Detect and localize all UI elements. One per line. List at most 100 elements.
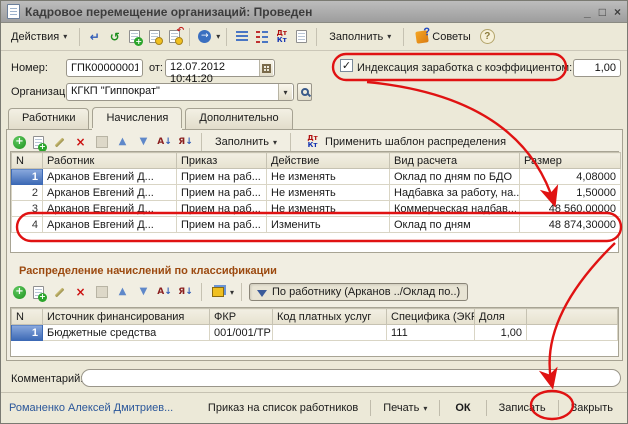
separator [226,28,227,46]
responsible-link[interactable]: Романенко Алексей Дмитриев... [9,402,173,414]
document-icon [7,4,20,19]
sort-asc-icon[interactable]: А↓ [156,284,173,301]
chevron-down-icon: ▾ [423,404,427,413]
main-toolbar: Действия ▾ ↵ ↺ + ↶ → ▾ Дт Кт Заполнить ▾… [1,23,627,51]
distribution-section-title: Распределение начислений по классификаци… [19,265,277,277]
organization-dropdown-button[interactable]: ▾ [278,84,292,100]
reread-icon[interactable]: ↵ [86,28,103,45]
tips-book-icon [415,30,429,44]
unpost-document-icon[interactable]: ↶ [166,28,183,45]
organization-lookup-button[interactable] [297,83,312,101]
filter-by-worker-button[interactable]: По работнику (Арканов ../Оклад по..) [249,283,468,301]
table-row[interactable]: 3 Арканов Евгений Д... Прием на раб... Н… [12,201,621,217]
move-up-icon[interactable]: ▲ [114,134,131,151]
sort-asc-icon[interactable]: А↓ [156,134,173,151]
chevron-down-icon: ▾ [387,32,391,41]
table-header-row: N Источник финансирования ФКР Код платны… [12,309,618,325]
table-row-highlighted[interactable]: 4 Арканов Евгений Д... Прием на раб... И… [12,217,621,233]
maximize-button[interactable]: □ [599,5,606,19]
goto-icon[interactable]: → [196,28,213,45]
separator [316,28,317,46]
ok-button[interactable]: ОК [446,399,479,417]
actions-menu-button[interactable]: Действия ▾ [5,28,73,46]
edit-row-icon[interactable] [51,134,68,151]
posting-report-icon[interactable] [293,28,310,45]
minimize-button[interactable]: _ [584,5,591,19]
chevron-down-icon: ▾ [283,88,287,97]
delete-row-icon[interactable]: × [72,284,89,301]
chevron-down-icon[interactable]: ▾ [230,288,234,297]
dt-kt-icon[interactable]: Дт Кт [273,28,290,45]
sort-desc-icon[interactable]: Я↓ [177,284,194,301]
tab-bar: Работники Начисления Дополнительно [8,108,293,129]
distribution-toolbar: + + × ▲ ▼ А↓ Я↓ ▾ По работнику (Арканов … [10,281,619,303]
table-row[interactable]: 2 Арканов Евгений Д... Прием на раб... Н… [12,185,621,201]
table-row[interactable]: 1 Бюджетные средства 001/001/ТР 111 1,00 [12,325,618,341]
fill-menu-button[interactable]: Заполнить ▾ [323,28,397,46]
accruals-table: N Работник Приказ Действие Вид расчета Р… [10,151,619,253]
separator [558,400,559,416]
list-settings-icon[interactable] [209,284,226,301]
calendar-icon [262,64,271,73]
organization-input[interactable]: КГКП "Гиппократ" ▾ [66,83,294,101]
checklist-icon[interactable] [253,28,270,45]
refresh-icon[interactable]: ↺ [106,28,123,45]
chevron-down-icon: ▾ [273,138,277,147]
post-document-icon[interactable] [146,28,163,45]
separator [79,28,80,46]
funnel-icon [257,290,267,297]
edit-row-icon[interactable] [51,284,68,301]
chevron-down-icon[interactable]: ▾ [216,32,220,41]
chevron-down-icon: ▾ [63,32,67,41]
delete-row-icon[interactable]: × [72,134,89,151]
tab-accruals[interactable]: Начисления [92,107,182,128]
separator [403,28,404,46]
tab-workers[interactable]: Работники [8,108,89,129]
add-row-icon[interactable]: + [13,286,26,299]
footer-bar: Романенко Алексей Дмитриев... Приказ на … [1,392,627,423]
close-button[interactable]: × [614,5,621,19]
date-label: от: [149,62,163,74]
indexation-label: Индексация заработка с коэффициентом: [357,62,572,74]
number-label: Номер: [11,62,48,74]
accruals-panel: + + × ▲ ▼ А↓ Я↓ Заполнить ▾ ДтКт Примени… [6,129,623,361]
list-icon[interactable] [233,28,250,45]
order-list-button[interactable]: Приказ на список работников [202,399,364,417]
move-down-icon[interactable]: ▼ [135,284,152,301]
date-input[interactable]: 12.07.2012 10:41:20 [165,59,275,77]
help-icon[interactable]: ? [480,29,495,44]
end-edit-icon-disabled [93,134,110,151]
number-input[interactable] [66,59,143,77]
separator [201,283,202,301]
tips-button[interactable]: Советы [410,28,476,46]
end-edit-icon-disabled [93,284,110,301]
coefficient-input[interactable] [573,59,621,77]
copy-row-icon[interactable]: + [30,134,47,151]
add-row-icon[interactable]: + [13,136,26,149]
fill-table-button[interactable]: Заполнить ▾ [209,133,283,151]
separator [370,400,371,416]
tab-additional[interactable]: Дополнительно [185,108,292,129]
print-button[interactable]: Печать ▾ [377,399,433,417]
magnifier-icon [301,88,309,96]
separator [486,400,487,416]
separator [290,133,291,151]
window-title: Кадровое перемещение организаций: Провед… [25,5,579,19]
document-window: Кадровое перемещение организаций: Провед… [0,0,628,424]
close-form-button[interactable]: Закрыть [565,399,619,417]
separator [201,133,202,151]
dt-kt-icon: ДтКт [304,134,321,151]
separator [241,283,242,301]
save-button[interactable]: Записать [493,399,552,417]
indexation-checkbox[interactable]: ✓ [340,59,353,72]
sort-desc-icon[interactable]: Я↓ [177,134,194,151]
copy-row-icon[interactable]: + [30,284,47,301]
move-down-icon[interactable]: ▼ [135,134,152,151]
table-row[interactable]: 1 Арканов Евгений Д... Прием на раб... Н… [12,169,621,185]
move-up-icon[interactable]: ▲ [114,284,131,301]
comment-input[interactable] [81,369,621,387]
title-bar: Кадровое перемещение организаций: Провед… [1,1,627,23]
new-document-icon[interactable]: + [126,28,143,45]
calendar-button[interactable] [259,60,273,76]
separator [189,28,190,46]
